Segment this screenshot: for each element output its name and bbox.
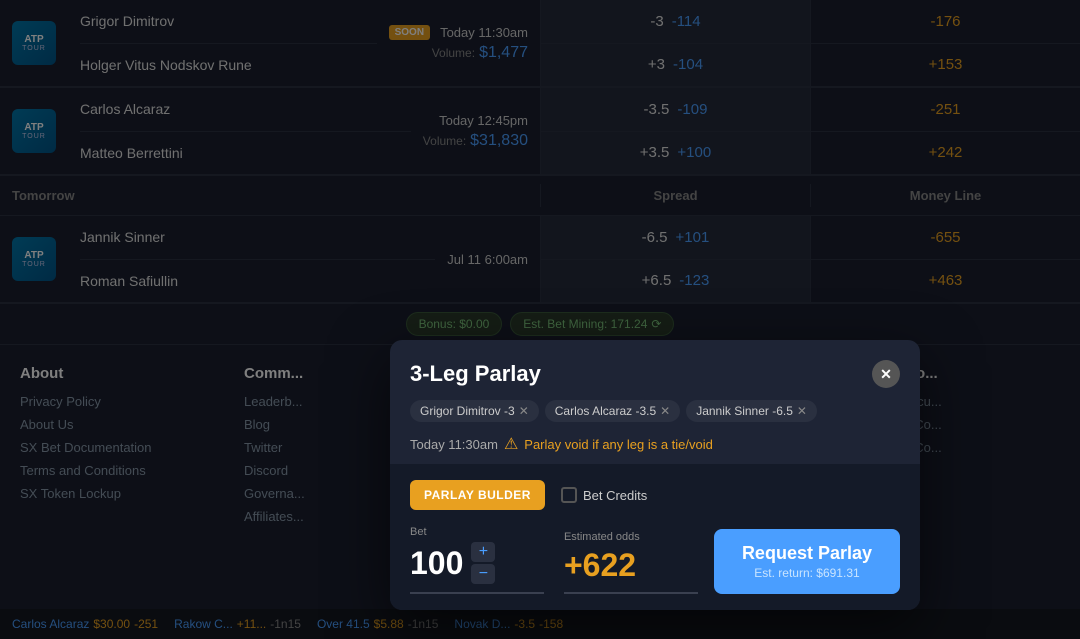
leg-chip-1-remove[interactable]: ✕ bbox=[519, 404, 529, 418]
modal-legs: Grigor Dimitrov -3 ✕ Carlos Alcaraz -3.5… bbox=[390, 400, 920, 430]
odds-value: +622 bbox=[564, 547, 698, 584]
stepper-up[interactable]: + bbox=[471, 542, 495, 562]
modal-time: Today 11:30am bbox=[410, 437, 498, 452]
close-button[interactable]: ✕ bbox=[872, 360, 900, 388]
bet-stepper[interactable]: + − bbox=[471, 542, 495, 584]
stepper-down[interactable]: − bbox=[471, 564, 495, 584]
bet-amount-section: Bet 100 + − bbox=[410, 526, 544, 594]
bet-credits-toggle[interactable]: Bet Credits bbox=[561, 487, 647, 503]
bet-label: Bet bbox=[410, 526, 544, 538]
modal-bet-section: Bet 100 + − Estimated odds +622 bbox=[390, 526, 920, 610]
leg-chip-3-remove[interactable]: ✕ bbox=[797, 404, 807, 418]
bet-credits-label: Bet Credits bbox=[583, 488, 647, 503]
request-btn-label: Request Parlay bbox=[742, 543, 872, 564]
leg-chip-3-label: Jannik Sinner -6.5 bbox=[696, 404, 793, 418]
parlay-modal: 3-Leg Parlay ✕ Grigor Dimitrov -3 ✕ Carl… bbox=[390, 340, 920, 610]
modal-overlay: 3-Leg Parlay ✕ Grigor Dimitrov -3 ✕ Carl… bbox=[0, 0, 1080, 639]
request-parlay-button[interactable]: Request Parlay Est. return: $691.31 bbox=[714, 529, 900, 594]
modal-body-tabs: PARLAY BULDER Bet Credits bbox=[390, 464, 920, 526]
odds-label: Estimated odds bbox=[564, 531, 698, 543]
leg-chip-1-label: Grigor Dimitrov -3 bbox=[420, 404, 515, 418]
void-text: Parlay void if any leg is a tie/void bbox=[524, 437, 713, 452]
leg-chip-2-remove[interactable]: ✕ bbox=[660, 404, 670, 418]
bet-divider bbox=[410, 592, 544, 594]
modal-void-warning: Today 11:30am ⚠ Parlay void if any leg i… bbox=[390, 430, 920, 464]
odds-divider bbox=[564, 592, 698, 594]
warning-icon: ⚠ bbox=[504, 434, 518, 454]
bet-amount-row: 100 + − bbox=[410, 542, 544, 584]
leg-chip-1: Grigor Dimitrov -3 ✕ bbox=[410, 400, 539, 422]
parlay-builder-tab[interactable]: PARLAY BULDER bbox=[410, 480, 545, 510]
leg-chip-2-label: Carlos Alcaraz -3.5 bbox=[555, 404, 656, 418]
leg-chip-2: Carlos Alcaraz -3.5 ✕ bbox=[545, 400, 680, 422]
modal-header: 3-Leg Parlay ✕ bbox=[390, 340, 920, 400]
bet-credits-checkbox[interactable] bbox=[561, 487, 577, 503]
leg-chip-3: Jannik Sinner -6.5 ✕ bbox=[686, 400, 817, 422]
est-return-label: Est. return: $691.31 bbox=[742, 566, 872, 580]
odds-section: Estimated odds +622 bbox=[544, 531, 698, 594]
bet-amount-value: 100 bbox=[410, 545, 463, 582]
modal-title: 3-Leg Parlay bbox=[410, 361, 541, 387]
main-content: ATP TOUR Grigor Dimitrov Holger Vitus No… bbox=[0, 0, 1080, 639]
